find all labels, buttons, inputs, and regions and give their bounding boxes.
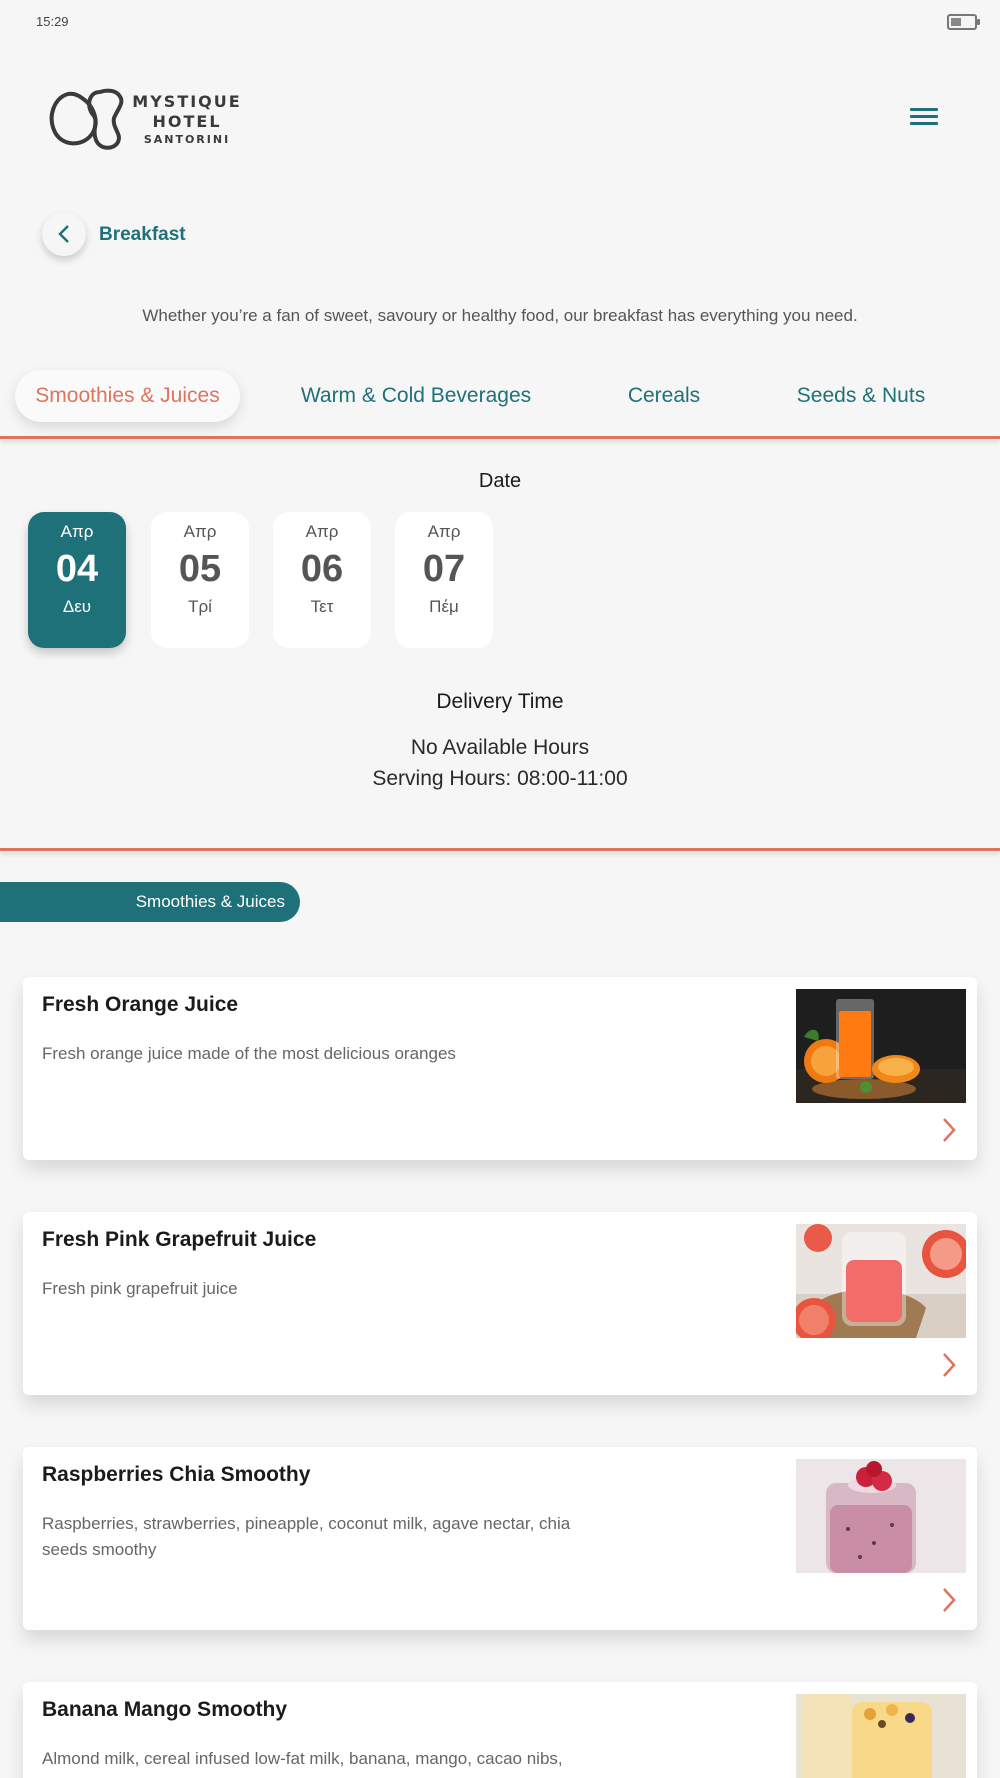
date-weekday: Πέμ — [429, 597, 459, 616]
raspberry-chia-smoothy-photo — [796, 1459, 966, 1573]
product-name: Fresh Pink Grapefruit Juice — [42, 1228, 317, 1251]
logo-stones-icon — [49, 88, 124, 150]
grapefruit-juice-photo — [796, 1224, 966, 1338]
hotel-logo: MYSTIQUE HOTEL SANTORINI — [48, 86, 248, 156]
chevron-right-icon — [941, 1352, 957, 1385]
product-description: Almond milk, cereal infused low-fat milk… — [42, 1749, 563, 1768]
product-card[interactable]: Banana Mango Smoothy Almond milk, cereal… — [23, 1682, 977, 1778]
date-month: Απρ — [305, 522, 339, 541]
product-description: Raspberries, strawberries, pineapple, co… — [42, 1514, 571, 1559]
date-month: Απρ — [60, 522, 94, 541]
date-day: 07 — [422, 548, 466, 590]
product-description: Fresh orange juice made of the most deli… — [42, 1044, 456, 1063]
status-time: 15:29 — [36, 14, 69, 29]
intro-text: Whether you’re a fan of sweet, savoury o… — [142, 306, 858, 325]
date-weekday: Τετ — [310, 597, 334, 616]
date-month: Απρ — [427, 522, 461, 541]
date-card[interactable]: Απρ 06 Τετ — [273, 512, 371, 648]
date-weekday: Τρί — [188, 597, 212, 616]
date-title: Date — [478, 470, 522, 492]
date-month: Απρ — [183, 522, 217, 541]
tabs-divider — [0, 436, 1000, 439]
date-card[interactable]: Απρ 07 Πέμ — [395, 512, 493, 648]
tab-cereals[interactable]: Cereals — [612, 370, 716, 422]
tab-smoothies-juices[interactable]: Smoothies & Juices — [15, 370, 240, 422]
date-weekday: Δευ — [62, 597, 92, 616]
back-button[interactable] — [42, 212, 86, 256]
category-label: Smoothies & Juices — [0, 882, 300, 922]
chevron-left-icon — [58, 225, 69, 243]
delivery-title: Delivery Time — [436, 690, 564, 713]
serving-hours: Serving Hours: 08:00-11:00 — [372, 767, 628, 790]
date-card[interactable]: Απρ 05 Τρί — [151, 512, 249, 648]
product-card[interactable]: Raspberries Chia Smoothy Raspberries, st… — [23, 1447, 977, 1630]
delivery-status: No Available Hours — [410, 736, 590, 759]
category-tabs: Smoothies & Juices Warm & Cold Beverages… — [0, 360, 1000, 438]
product-card[interactable]: Fresh Pink Grapefruit Juice Fresh pink g… — [23, 1212, 977, 1395]
date-card[interactable]: Απρ 04 Δευ — [28, 512, 126, 648]
date-day: 04 — [55, 548, 99, 590]
product-description: Fresh pink grapefruit juice — [42, 1279, 238, 1298]
battery-level — [951, 18, 961, 26]
tab-seeds-nuts[interactable]: Seeds & Nuts — [784, 370, 938, 422]
chevron-right-icon — [941, 1117, 957, 1150]
page-title: Breakfast — [99, 224, 186, 245]
product-name: Banana Mango Smoothy — [42, 1698, 288, 1721]
product-name: Fresh Orange Juice — [42, 993, 239, 1016]
orange-juice-photo — [796, 989, 966, 1103]
logo-line3: SANTORINI — [143, 133, 231, 146]
logo-line1: MYSTIQUE — [132, 92, 242, 111]
status-bar: 15:29 — [0, 0, 1000, 44]
date-day: 05 — [178, 548, 222, 590]
hamburger-menu-icon[interactable] — [910, 104, 948, 134]
banana-mango-smoothy-photo — [796, 1694, 966, 1778]
chevron-right-icon — [941, 1587, 957, 1620]
product-card[interactable]: Fresh Orange Juice Fresh orange juice ma… — [23, 977, 977, 1160]
tab-warm-cold-beverages[interactable]: Warm & Cold Beverages — [290, 370, 542, 422]
logo-line2: HOTEL — [152, 112, 222, 131]
product-name: Raspberries Chia Smoothy — [42, 1463, 311, 1486]
date-day: 06 — [300, 548, 344, 590]
section-divider — [0, 848, 1000, 851]
battery-icon — [947, 14, 980, 30]
